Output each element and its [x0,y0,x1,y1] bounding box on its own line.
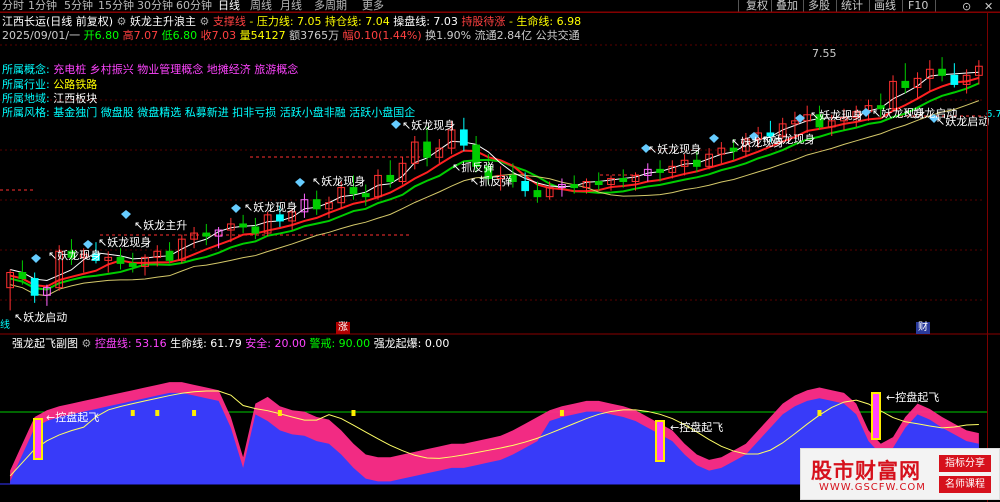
candle-body [276,214,284,222]
candle-body [423,141,431,158]
candlestick-chart[interactable] [0,0,1000,502]
qifei-bar-inner [873,394,879,438]
watermark: 股市财富网 WWW.GSCFW.COM 指标分享 名师课程 [800,448,1000,500]
candle-body [251,226,260,234]
signal-label: ↖妖龙启动 [936,115,990,128]
signal-label: ↖妖龙现身 [810,109,864,122]
watermark-tag2: 名师课程 [939,476,991,493]
diamond-marker [121,210,131,219]
qifei-tick [277,410,282,416]
shengming-value: 生命线: 61.79 [170,337,242,350]
sub-signal-label: ←控盘起飞 [670,421,724,434]
candle-body [570,184,579,189]
restore-icon[interactable]: ⊙ [962,1,971,12]
diamond-marker [295,178,305,187]
qifei-bar-inner [35,420,41,458]
sub-title[interactable]: 强龙起飞副图 [12,337,78,350]
signal-label: ↖抓反弹 [470,175,513,188]
candle-body [386,174,395,183]
watermark-title: 股市财富网 [811,458,921,483]
candle-body [116,256,125,264]
candle-body [128,262,137,267]
signal-label: ↖妖龙主升 [134,219,188,232]
qifei-tick [351,410,356,416]
watermark-tag1: 指标分享 [939,455,991,472]
cai-marker: 财 [916,322,930,334]
qifei-tick [155,410,160,416]
candle-body [901,80,910,88]
signal-label: ↖妖龙现身 [48,249,102,262]
anquan-value: 安全: 20.00 [245,337,306,350]
jingjie-value: 警戒: 90.00 [309,337,371,350]
yellow-ma-line [10,100,980,297]
candle-body [950,74,959,85]
candle-body [349,187,358,195]
candle-body [459,129,468,146]
signal-label: ↖妖龙现身 [648,143,702,156]
qifei-value: 强龙起爆: 0.00 [373,337,450,350]
candle-body [165,250,174,261]
candle-body [619,177,628,182]
candle-body [533,190,542,198]
diamond-marker [709,134,719,143]
candle-body [594,181,603,186]
candle-body [239,223,247,228]
diamond-marker [83,240,93,249]
sub-signal-label: ←控盘起飞 [886,391,940,404]
edge-left-label: 线 [0,320,10,331]
qifei-bar-inner [657,422,663,460]
sub-signal-label: ←控盘起飞 [46,411,100,424]
close-icon[interactable]: ✕ [984,1,993,12]
right-axis [987,12,1000,502]
diamond-marker [391,120,401,129]
qifei-tick [817,410,822,416]
watermark-url: WWW.GSCFW.COM [819,482,926,493]
qifei-tick [192,410,197,416]
diamond-marker [31,254,41,263]
peak-price-label: 7.55 [812,47,837,60]
signal-label: ↖妖龙现身 [98,236,152,249]
signal-label: ↖妖龙启动 [14,311,68,324]
kongpan-value: 控盘线: 53.16 [94,337,167,350]
qifei-tick [559,410,564,416]
candle-body [18,272,27,280]
signal-label: ↖妖龙现身 [312,175,366,188]
settings-icon-3[interactable]: ⚙ [82,337,92,350]
candle-body [521,181,530,192]
candle-body [692,159,701,167]
qifei-tick [130,410,135,416]
signal-label: ↖妖龙现身 [762,133,816,146]
candle-body [656,168,664,173]
diamond-marker [231,204,241,213]
signal-label: ↖妖龙现身 [402,119,456,132]
zhang-marker: 涨 [336,322,350,334]
signal-label: ↖抓反弹 [452,161,495,174]
candle-body [938,68,946,76]
candle-body [202,232,211,237]
candle-body [312,199,321,210]
candle-body [361,193,370,198]
sub-header: 强龙起飞副图 ⚙ 控盘线: 53.16 生命线: 61.79 安全: 20.00… [12,337,449,350]
signal-label: ↖妖龙现身 [244,201,298,214]
candle-body [30,278,39,296]
